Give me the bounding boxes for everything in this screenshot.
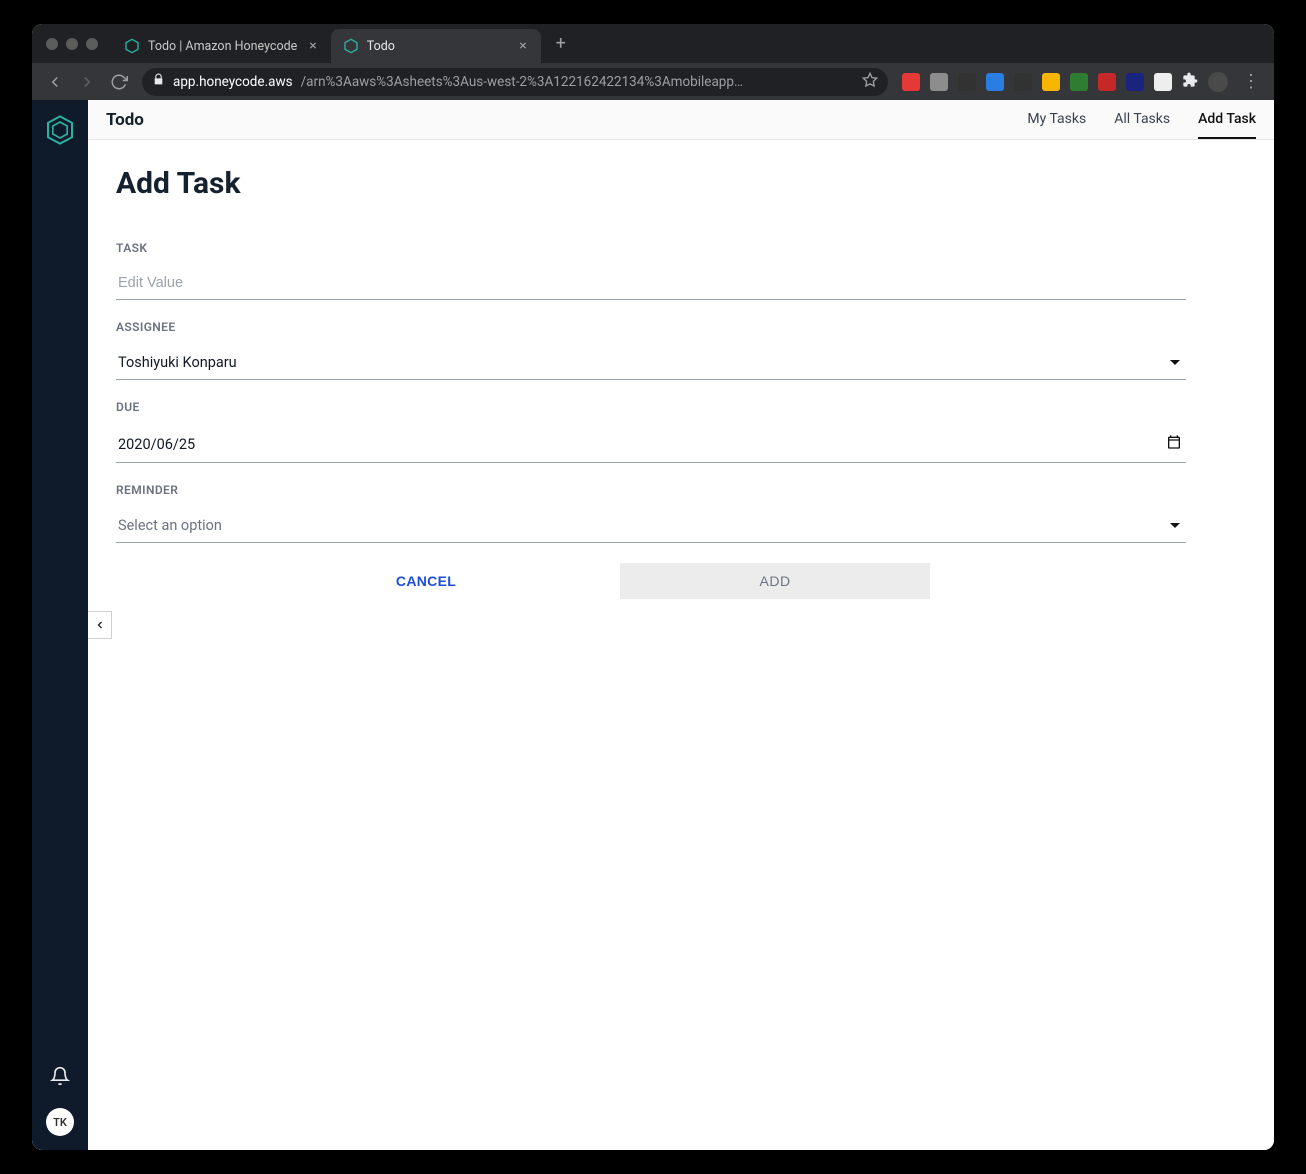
chevron-down-icon [1170, 360, 1180, 365]
nav-label: All Tasks [1114, 111, 1170, 127]
nav-label: My Tasks [1027, 111, 1086, 127]
extension-icons [896, 72, 1234, 92]
calendar-icon [1166, 434, 1182, 454]
browser-window: Todo | Amazon Honeycode × Todo × + app.h… [32, 24, 1274, 1150]
extensions-icon[interactable] [1182, 72, 1198, 92]
due-value: 2020/06/25 [118, 436, 1166, 453]
browser-menu-button[interactable]: ⋮ [1236, 71, 1266, 92]
field-assignee: ASSIGNEE Toshiyuki Konparu [116, 320, 1186, 380]
assignee-select[interactable]: Toshiyuki Konparu [116, 348, 1186, 380]
task-input[interactable] [118, 275, 1184, 291]
content: Todo My Tasks All Tasks Add Task Add Tas… [88, 100, 1274, 1150]
sidebar: TK [32, 100, 88, 1150]
url-path: /arn%3Aaws%3Asheets%3Aus-west-2%3A122162… [301, 74, 854, 90]
url-host: app.honeycode.aws [173, 74, 293, 90]
add-button[interactable]: ADD [620, 563, 930, 599]
nav-add-task[interactable]: Add Task [1198, 100, 1256, 139]
bell-icon[interactable] [50, 1066, 70, 1090]
nav-all-tasks[interactable]: All Tasks [1114, 100, 1170, 139]
forward-button[interactable] [72, 67, 102, 97]
close-window-dot[interactable] [46, 38, 58, 50]
cancel-label: CANCEL [396, 573, 456, 589]
new-tab-button[interactable]: + [547, 30, 575, 58]
close-icon[interactable]: × [515, 38, 530, 54]
assignee-label: ASSIGNEE [116, 320, 1186, 334]
minimize-window-dot[interactable] [66, 38, 78, 50]
nav-my-tasks[interactable]: My Tasks [1027, 100, 1086, 139]
due-label: DUE [116, 400, 1186, 414]
add-task-form: TASK ASSIGNEE Toshiyuki Konparu DU [116, 241, 1186, 599]
extension-icon[interactable] [1154, 73, 1172, 91]
hex-icon [124, 38, 140, 54]
extension-icon[interactable] [1126, 73, 1144, 91]
reminder-placeholder: Select an option [118, 517, 1170, 534]
sidebar-collapse-button[interactable] [88, 611, 112, 639]
nav-label: Add Task [1198, 111, 1256, 127]
close-icon[interactable]: × [305, 38, 320, 54]
tab-title: Todo | Amazon Honeycode [148, 39, 297, 54]
page-title: Add Task [116, 166, 1246, 201]
reload-button[interactable] [104, 67, 134, 97]
cancel-button[interactable]: CANCEL [372, 563, 480, 599]
tab-0[interactable]: Todo | Amazon Honeycode × [112, 29, 331, 63]
titlebar: Todo | Amazon Honeycode × Todo × + [32, 24, 1274, 63]
extension-icon[interactable] [1014, 73, 1032, 91]
task-input-wrapper[interactable] [116, 269, 1186, 300]
user-avatar[interactable]: TK [46, 1108, 74, 1136]
app-logo[interactable] [44, 114, 76, 146]
nav-links: My Tasks All Tasks Add Task [1027, 100, 1256, 139]
reminder-label: REMINDER [116, 483, 1186, 497]
form-actions: CANCEL ADD [116, 563, 1186, 599]
tab-1[interactable]: Todo × [331, 29, 541, 63]
extension-icon[interactable] [1042, 73, 1060, 91]
lock-icon [152, 73, 165, 90]
extension-icon[interactable] [902, 73, 920, 91]
extension-icon[interactable] [1098, 73, 1116, 91]
appbar: Todo My Tasks All Tasks Add Task [88, 100, 1274, 140]
bookmark-icon[interactable] [862, 72, 878, 92]
zoom-window-dot[interactable] [86, 38, 98, 50]
extension-icon[interactable] [958, 73, 976, 91]
extension-icon[interactable] [986, 73, 1004, 91]
add-label: ADD [760, 573, 791, 589]
field-reminder: REMINDER Select an option [116, 483, 1186, 543]
app-title: Todo [106, 110, 144, 130]
chevron-down-icon [1170, 523, 1180, 528]
user-initials: TK [53, 1116, 67, 1129]
tab-title: Todo [367, 39, 508, 54]
hex-icon [343, 38, 359, 54]
url-input[interactable]: app.honeycode.aws/arn%3Aaws%3Asheets%3Au… [142, 68, 888, 96]
extension-icon[interactable] [1070, 73, 1088, 91]
reminder-select[interactable]: Select an option [116, 511, 1186, 543]
extension-icon[interactable] [930, 73, 948, 91]
field-due: DUE 2020/06/25 [116, 400, 1186, 463]
page: Add Task TASK ASSIGNEE Toshiyuki Konparu [88, 140, 1274, 625]
app: TK Todo My Tasks All Tasks Add Task Add … [32, 100, 1274, 1150]
task-label: TASK [116, 241, 1186, 255]
assignee-value: Toshiyuki Konparu [118, 354, 1170, 371]
window-controls [32, 38, 112, 50]
due-input[interactable]: 2020/06/25 [116, 428, 1186, 463]
address-bar: app.honeycode.aws/arn%3Aaws%3Asheets%3Au… [32, 63, 1274, 100]
back-button[interactable] [40, 67, 70, 97]
field-task: TASK [116, 241, 1186, 300]
profile-avatar[interactable] [1208, 72, 1228, 92]
